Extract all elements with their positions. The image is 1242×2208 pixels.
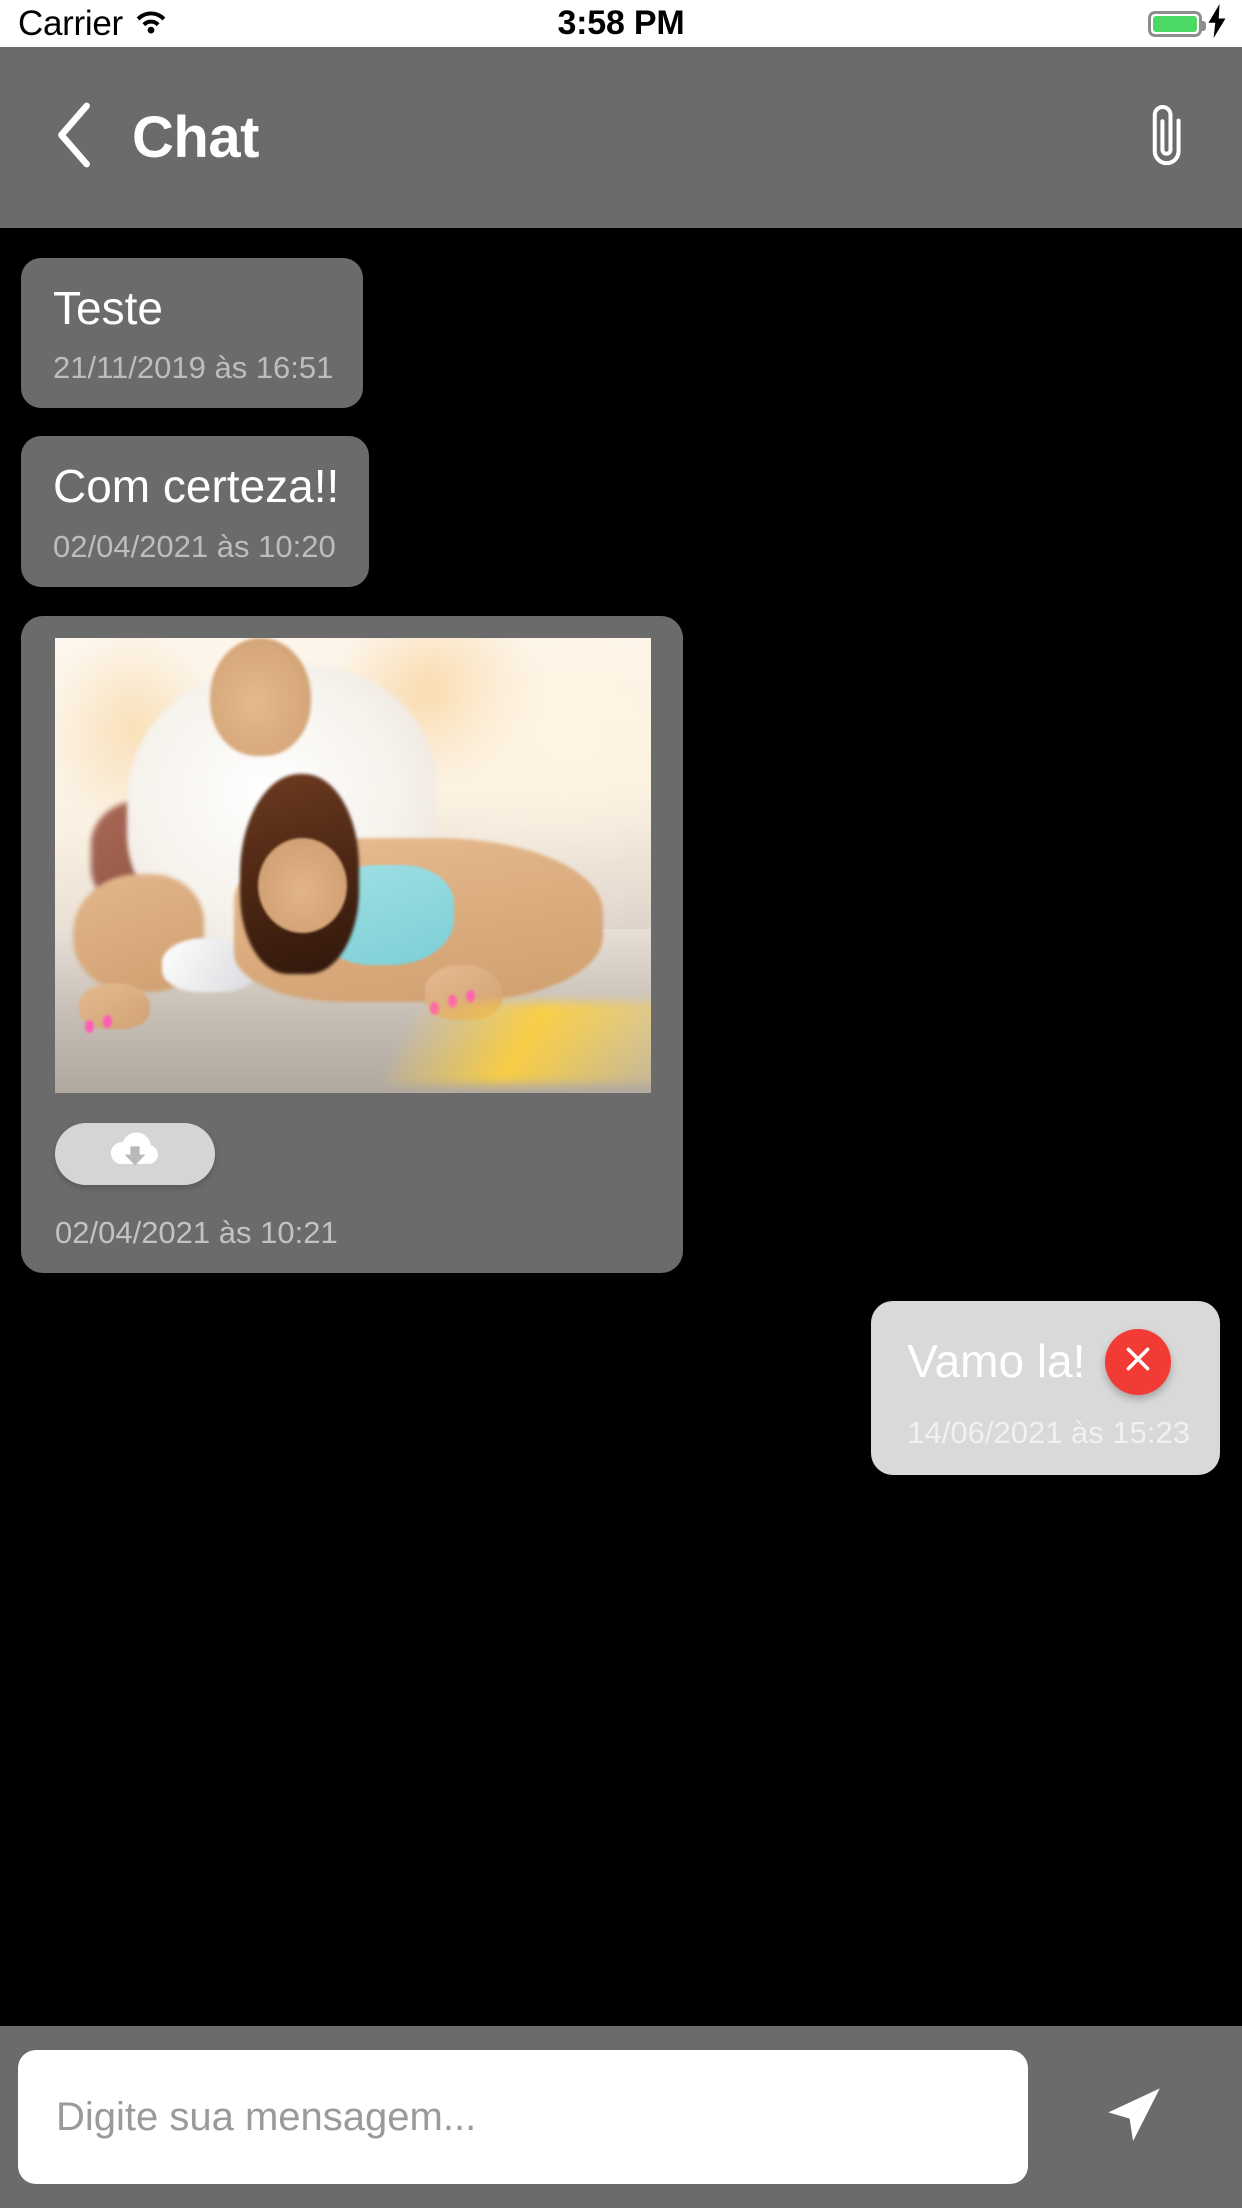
page-title: Chat [132,105,259,170]
message-text: Com certeza!! [53,460,340,513]
message-row: Vamo la! 14/06/2021 às 15:23 [0,1300,1242,1475]
delete-message-button[interactable] [1105,1328,1172,1395]
status-bar: Carrier 3:58 PM [0,0,1242,47]
lightning-bolt-icon [1206,4,1228,43]
message-text: Teste [53,282,163,334]
paperclip-icon [1145,96,1191,179]
message-row: 02/04/2021 às 10:21 [0,615,1242,1273]
message-bubble-outgoing[interactable]: Vamo la! 14/06/2021 às 15:23 [871,1300,1220,1475]
message-row: Com certeza!! 02/04/2021 às 10:20 [0,436,1242,587]
message-timestamp: 14/06/2021 às 15:23 [907,1414,1190,1450]
message-input[interactable] [18,2050,1028,2184]
message-bubble-incoming[interactable]: Teste 21/11/2019 às 16:51 [21,258,364,409]
message-text: Vamo la! [907,1335,1086,1388]
attach-button[interactable] [1138,98,1198,178]
message-row: Teste 21/11/2019 às 16:51 [0,258,1242,409]
send-button[interactable] [1028,2050,1242,2184]
message-bubble-image[interactable]: 02/04/2021 às 10:21 [21,615,683,1273]
message-timestamp: 02/04/2021 às 10:21 [55,1214,338,1250]
composer-bar [0,2026,1242,2208]
send-paper-plane-icon [1097,2077,1173,2158]
download-button[interactable] [55,1122,215,1185]
message-photo[interactable] [55,637,651,1093]
message-bubble-incoming[interactable]: Com certeza!! 02/04/2021 às 10:20 [21,436,370,587]
battery-icon [1148,10,1206,37]
message-list[interactable]: Teste 21/11/2019 às 16:51 Com certeza!! … [0,228,1242,2026]
message-timestamp: 02/04/2021 às 10:20 [53,528,336,564]
nav-bar: Chat [0,47,1242,228]
message-timestamp: 21/11/2019 às 16:51 [53,350,334,386]
back-button[interactable] [52,102,98,173]
status-bar-right [1148,4,1228,43]
close-x-icon [1122,1343,1154,1380]
chevron-left-icon [55,102,95,173]
chat-screen: Carrier 3:58 PM Chat Teste 21/11/2019 às… [0,0,1242,2208]
cloud-download-icon [106,1128,164,1179]
clock-label: 3:58 PM [557,4,685,42]
